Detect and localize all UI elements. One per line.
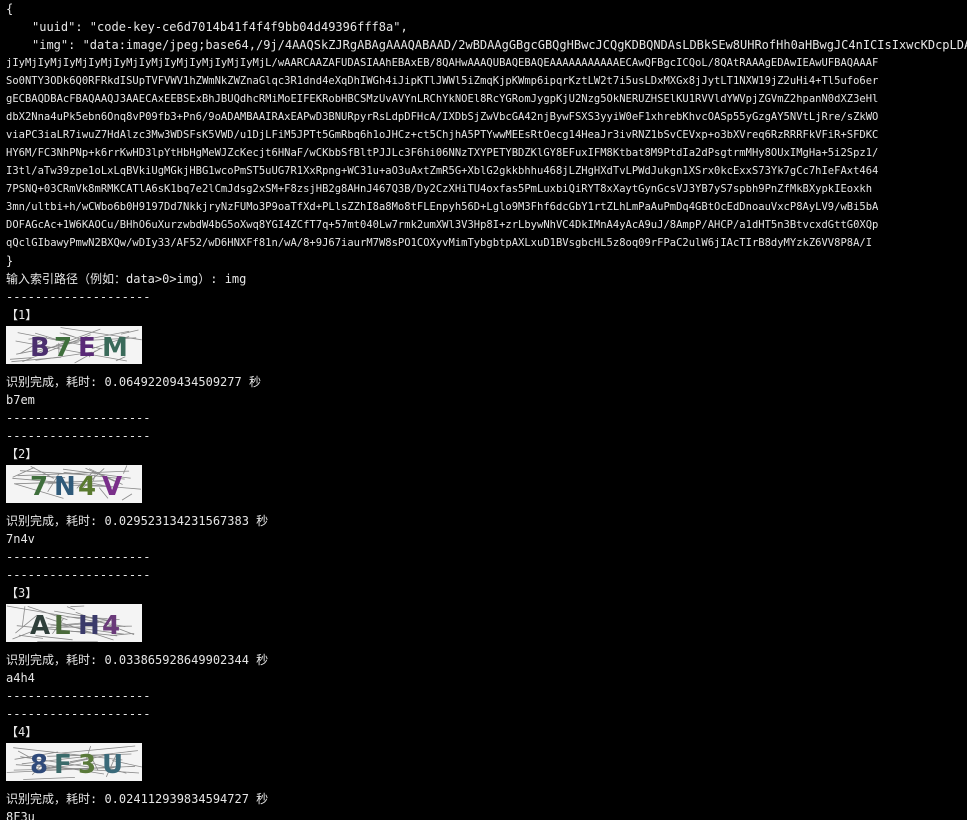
captcha-char: 3 <box>78 750 96 780</box>
json-img-line: 3mn/ultbi+h/wCWbo6b0H9197Dd7NkkjryNzFUMo… <box>6 201 879 213</box>
captcha-char: B <box>30 333 50 363</box>
result-index-label: 【1】 <box>6 308 38 322</box>
captcha-char: A <box>30 611 50 641</box>
captcha-char: 7 <box>30 472 48 502</box>
separator: -------------------- <box>6 568 151 582</box>
captcha-image-wrapper: ALH4 <box>6 602 967 643</box>
recognized-text: 8F3u <box>6 810 35 820</box>
captcha-noise-line <box>70 605 85 607</box>
captcha-svg: ALH4 <box>6 605 135 642</box>
captcha-image: 8F3U <box>6 742 142 781</box>
json-open-brace: { <box>6 2 14 16</box>
captcha-char: 4 <box>102 611 120 641</box>
json-img-line: HY6M/FC3NhPNp+k6rrKwHD3lpYtHbHgMeWJZcKec… <box>6 147 879 159</box>
captcha-char: U <box>102 750 123 780</box>
captcha-char: 7 <box>54 333 72 363</box>
result-index-label: 【3】 <box>6 586 38 600</box>
captcha-char: V <box>102 472 122 502</box>
captcha-svg: 7N4V <box>12 464 142 502</box>
recognized-text: 7n4v <box>6 532 35 546</box>
separator: -------------------- <box>6 707 151 721</box>
json-uuid-line: "uuid": "code-key-ce6d7014b41f4f4f9bb04d… <box>32 20 408 34</box>
json-img-line: gECBAQDBAcFBAQAAQJ3AAECAxEEBSExBhJBUQdhc… <box>6 93 879 105</box>
captcha-char: E <box>78 333 96 363</box>
terminal-window[interactable]: { "uuid": "code-key-ce6d7014b41f4f4f9bb0… <box>0 0 967 820</box>
captcha-image-wrapper: 7N4V <box>6 463 967 504</box>
json-img-line: 7PSNQ+03CRmVk8mRMKCATlA6sK1bq7e2lCmJdsg2… <box>6 183 873 195</box>
json-img-line: qQclGIbawyPmwN2BXQw/wDIy33/AF52/wD6HNXFf… <box>6 237 873 249</box>
captcha-char: 4 <box>78 472 96 502</box>
timing-line: 识别完成，耗时: 0.029523134231567383 秒 <box>6 514 269 528</box>
captcha-image: ALH4 <box>6 603 142 642</box>
captcha-noise-line <box>123 464 128 474</box>
result-index-label: 【4】 <box>6 725 38 739</box>
separator: -------------------- <box>6 411 151 425</box>
captcha-char: N <box>54 472 76 502</box>
captcha-char: H <box>78 611 100 641</box>
json-img-line: I3tl/aTw39zpe1oLxLqBVkiUgMGkjHBG1wcoPmST… <box>6 165 879 177</box>
json-img-line: jIyMjIyMjIyMjIyMjIyMjIyMjIyMjIyMjIyMjIyM… <box>6 57 879 69</box>
separator: -------------------- <box>6 429 151 443</box>
json-close-brace: } <box>6 254 14 268</box>
json-img-line: So0NTY3ODk6Q0RFRkdISUpTVFVWV1hZWmNkZWZna… <box>6 75 879 87</box>
captcha-noise-line <box>21 605 26 627</box>
json-img-line: "img": "data:image/jpeg;base64,/9j/4AAQS… <box>32 38 967 52</box>
captcha-image: 7N4V <box>6 464 142 503</box>
timing-line: 识别完成，耗时: 0.06492209434509277 秒 <box>6 375 261 389</box>
timing-line: 识别完成，耗时: 0.024112939834594727 秒 <box>6 792 269 806</box>
timing-line: 识别完成，耗时: 0.033865928649902344 秒 <box>6 653 269 667</box>
captcha-noise-line <box>121 493 133 500</box>
separator: -------------------- <box>6 290 151 304</box>
captcha-noise-line <box>66 605 76 610</box>
captcha-image-wrapper: 8F3U <box>6 741 967 782</box>
input-prompt[interactable]: 输入索引路径（例如：data>0>img）: img <box>6 270 967 288</box>
captcha-svg: 8F3U <box>6 745 142 780</box>
captcha-image-wrapper: B7EM <box>6 324 967 365</box>
separator: -------------------- <box>6 550 151 564</box>
separator: -------------------- <box>6 689 151 703</box>
captcha-char: 8 <box>30 750 48 780</box>
captcha-image: B7EM <box>6 325 142 364</box>
recognized-text: b7em <box>6 393 35 407</box>
captcha-char: F <box>54 750 72 780</box>
captcha-svg: B7EM <box>9 326 142 363</box>
recognized-text: a4h4 <box>6 671 35 685</box>
captcha-char: L <box>54 611 71 641</box>
json-img-line: viaPC3iaLR7iwuZ7HdAlzc3Mw3WDSFsK5VWD/u1D… <box>6 129 879 141</box>
json-img-line: dbX2Nna4uPk5ebn6Onq8vP09fb3+Pn6/9oADAMBA… <box>6 111 879 123</box>
captcha-char: M <box>102 333 128 363</box>
result-index-label: 【2】 <box>6 447 38 461</box>
json-img-line: DOFAGcAc+1W6KAOCu/BHhO6uXurzwbdW4bG5oXwq… <box>6 219 879 231</box>
